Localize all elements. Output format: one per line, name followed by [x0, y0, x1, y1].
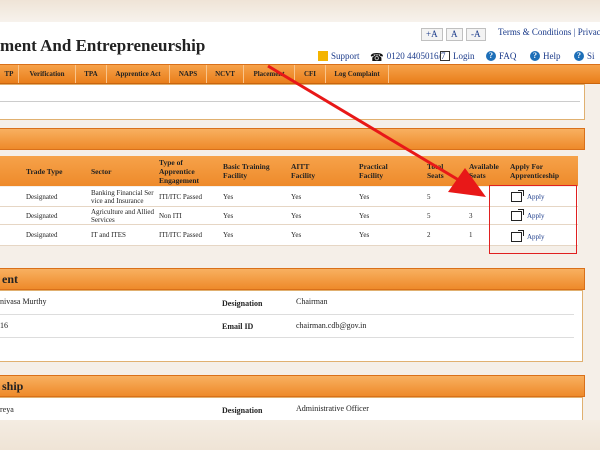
- designation-value: Administrative Officer: [296, 404, 369, 413]
- person-name: nivasa Murthy: [0, 297, 47, 306]
- arrow-head: [448, 168, 486, 197]
- person-name: reya: [0, 405, 14, 414]
- designation-label: Designation: [222, 406, 263, 415]
- phone-value: 16: [0, 321, 8, 330]
- divider: [0, 337, 574, 338]
- email-value: chairman.cdb@gov.in: [296, 321, 367, 330]
- bottom-blur-band: [0, 420, 600, 450]
- divider: [0, 314, 574, 315]
- section-header: ship: [0, 375, 585, 397]
- designation-value: Chairman: [296, 297, 328, 306]
- section-header: ent: [0, 268, 585, 290]
- contact-panel: reya Designation Administrative Officer: [0, 397, 583, 422]
- contact-panel: nivasa Murthy Designation Chairman 16 Em…: [0, 290, 583, 362]
- email-label: Email ID: [222, 322, 254, 331]
- designation-label: Designation: [222, 299, 263, 308]
- arrow-shaft: [267, 64, 463, 184]
